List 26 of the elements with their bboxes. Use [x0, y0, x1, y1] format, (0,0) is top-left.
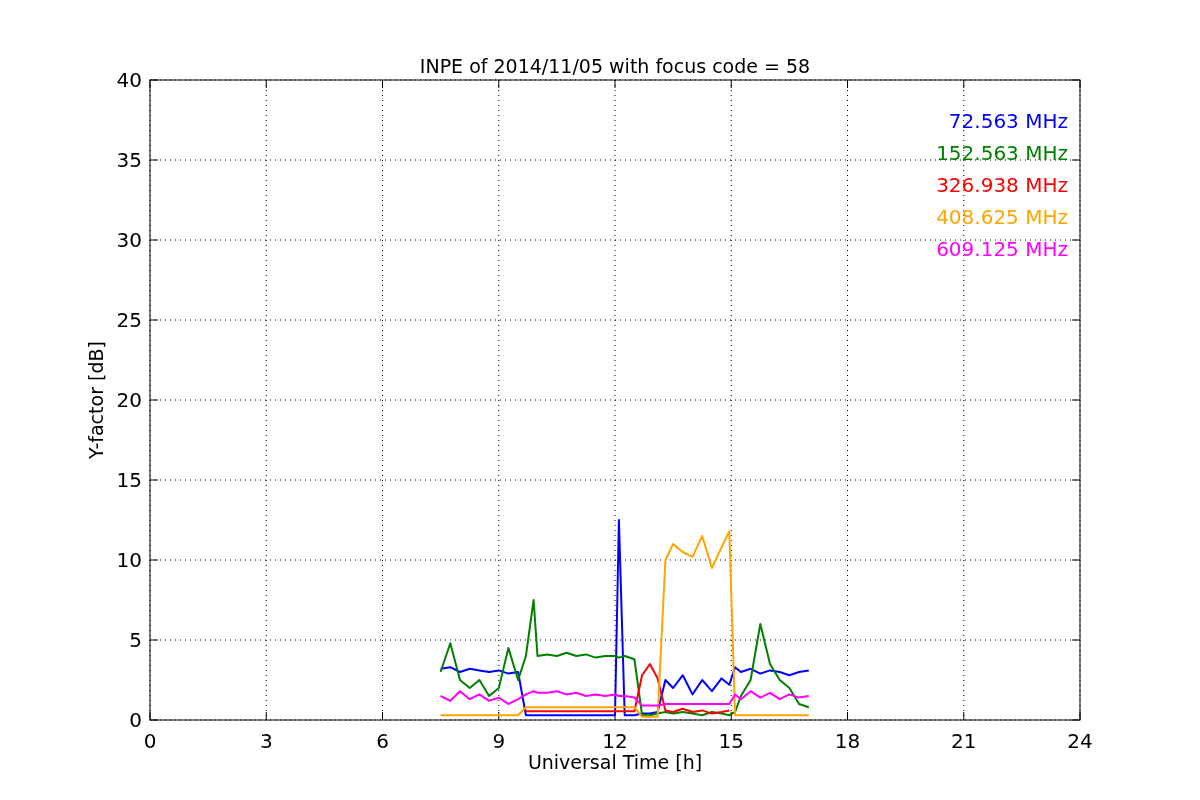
- x-tick-label: 18: [834, 729, 861, 753]
- x-tick-label: 0: [143, 729, 157, 753]
- legend-label: 72.563 MHz: [948, 109, 1068, 133]
- x-tick-label: 24: [1067, 729, 1093, 753]
- y-tick-label: 10: [116, 548, 142, 572]
- y-tick-label: 20: [116, 388, 142, 412]
- x-tick-label: 21: [951, 729, 977, 753]
- x-tick-label: 6: [376, 729, 389, 753]
- legend-label: 408.625 MHz: [936, 205, 1068, 229]
- x-tick-label: 3: [259, 729, 273, 753]
- y-tick-label: 0: [129, 708, 142, 732]
- legend-label: 152.563 MHz: [936, 141, 1068, 165]
- legend-label: 326.938 MHz: [936, 173, 1068, 197]
- x-tick-label: 12: [602, 729, 628, 753]
- legend-label: 609.125 MHz: [936, 237, 1068, 261]
- y-tick-label: 40: [116, 68, 142, 92]
- y-tick-label: 30: [116, 228, 142, 252]
- chart-title: INPE of 2014/11/05 with focus code = 58: [419, 55, 811, 77]
- y-axis-label: Y-factor [dB]: [85, 341, 107, 459]
- y-tick-label: 35: [116, 148, 142, 172]
- x-axis-label: Universal Time [h]: [527, 751, 703, 773]
- x-tick-label: 15: [718, 729, 744, 753]
- y-tick-label: 25: [116, 308, 142, 332]
- x-tick-label: 9: [492, 729, 506, 753]
- y-tick-label: 15: [116, 468, 142, 492]
- y-tick-label: 5: [129, 628, 142, 652]
